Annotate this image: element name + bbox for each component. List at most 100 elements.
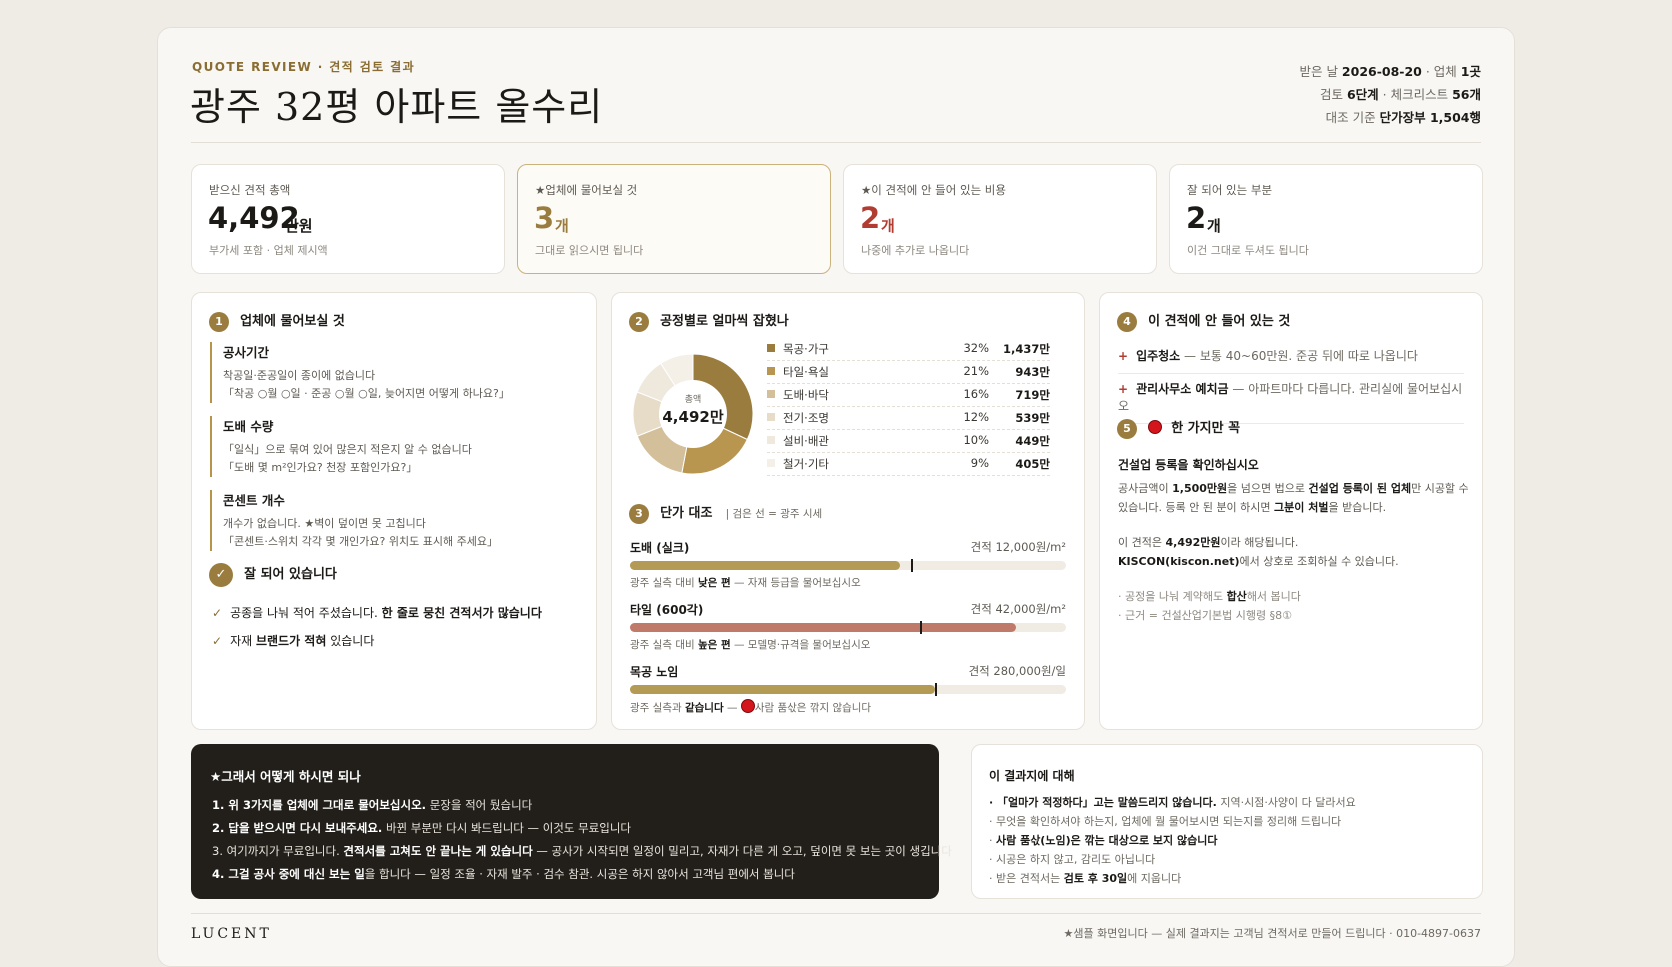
step-badge: 2 [629,312,649,332]
panel-missing: 4 이 견적에 안 들어 있는 것 + 입주청소 — 보통 40~60만원. 준공… [1099,292,1483,730]
red-dot-icon [1148,420,1163,434]
report-meta: 받은 날 2026-08-20 · 업체 1곳 검토 6단계 · 체크리스트 5… [1299,64,1481,125]
step-badge: 5 [1117,419,1137,439]
panel-header: 2 공정별로 얼마씩 잡혔나 [629,310,789,332]
stat-unit: 만원 [285,217,313,235]
check-icon: ✓ [212,606,223,620]
bar-track [630,621,1066,634]
stat-unit: 개 [555,217,569,235]
stat-card-total: 받으신 견적 총액 4,492 만원 부가세 포함 · 업체 제시액 [191,164,505,274]
warning-text: 공사금액이 1,500만원을 넘으면 법으로 건설업 등록이 된 업체만 시공할… [1118,482,1469,495]
bar-name: 목공 노임 [630,665,679,679]
legend-percent: 12% [963,410,989,424]
stat-label: 받으신 견적 총액 [209,183,291,197]
bar-fill [630,561,901,570]
step-badge: 4 [1117,312,1137,332]
next-steps-title: ★그래서 어떻게 하시면 되나 [210,769,361,784]
step-item: 2. 답을 받으시면 다시 보내주세요. 바뀐 부분만 다시 봐드립니다 — 이… [212,821,631,835]
bar-note: 광주 실측 대비 높은 편 — 모델명·규격을 물어보십시오 [630,639,871,651]
check-icon: ✓ [212,634,223,648]
question-line: 착공일·준공일이 종이에 없습니다 [223,369,376,382]
stat-card-missing-costs[interactable]: ★이 견적에 안 들어 있는 비용 2 개 나중에 추가로 나옵니다 [843,164,1157,274]
good-item: ✓ 자재 브랜드가 적혀 있습니다 [212,634,375,648]
stat-unit: 개 [881,217,895,235]
panel-title: 공정별로 얼마씩 잡혔나 [660,314,789,329]
stat-label: 잘 되어 있는 부분 [1187,183,1273,197]
donut-label: 총액 [684,395,702,405]
legend-swatch [767,390,775,398]
panel-title: 이 견적에 안 들어 있는 것 [1148,314,1291,329]
panel-title: 한 가지만 꼭 [1171,421,1241,436]
legend-label: 설비·배관 [783,434,829,448]
question-head: 콘센트 개수 [223,493,285,508]
stat-card-good-parts[interactable]: 잘 되어 있는 부분 2 개 이건 그대로 두셔도 됩니다 [1169,164,1483,274]
stat-sub: 나중에 추가로 나옵니다 [861,244,970,257]
red-dot-icon [740,699,755,713]
bar-note: 광주 실측 대비 낮은 편 — 자재 등급을 물어보십시오 [630,577,861,589]
question-line: 개수가 없습니다. ★벽이 덮이면 못 고칩니다 [223,517,426,530]
step-item: 3. 여기까지가 무료입니다. 견적서를 고쳐도 안 끝나는 게 있습니다 — … [212,844,952,858]
market-marker [919,621,922,634]
question-head: 공사기간 [223,345,270,360]
donut-value: 4,492만 [662,408,724,426]
stat-label: ★이 견적에 안 들어 있는 비용 [861,183,1006,197]
bar-track [630,559,1066,572]
legend-amount: 539만 [1015,411,1050,425]
page-title: 광주 32평 아파트 올수리 [190,85,604,129]
bar-note: 광주 실측과 같습니다 — 사람 품삯은 깎지 않습니다 [630,699,871,715]
stat-sub: 부가세 포함 · 업체 제시액 [209,244,328,257]
warning-note: · 공정을 나눠 계약해도 합산해서 봅니다 [1118,590,1301,603]
good-item: ✓ 공종을 나눠 적어 주셨습니다. 한 줄로 뭉친 견적서가 많습니다 [212,606,542,620]
panel-title: 업체에 물어보실 것 [240,314,345,329]
stat-unit: 개 [1207,217,1221,235]
about-line: · 무엇을 확인하셔야 하는지, 업체에 뭘 물어보시면 되는지를 정리해 드립… [989,815,1342,828]
legend-percent: 16% [963,387,989,401]
warning-head: 건설업 등록을 확인하십시오 [1118,458,1259,472]
legend-label: 도배·바닥 [783,388,829,402]
legend-percent: 9% [970,456,989,470]
legend-percent: 21% [963,364,989,378]
question-quote: 「착공 ○월 ○일 · 준공 ○월 ○일, 늦어지면 어떻게 하나요?」 [223,387,510,400]
bar-fill [630,685,936,694]
question-quote: 「도배 몇 m²인가요? 천장 포함인가요?」 [223,461,418,474]
warning-text: 이 견적은 4,492만원이라 해당됩니다. [1118,536,1299,549]
legend-label: 타일·욕실 [783,365,829,379]
about-title: 이 결과지에 대해 [989,769,1075,783]
legend-label: 철거·기타 [783,457,829,471]
stat-card-questions[interactable]: ★업체에 물어보실 것 3 개 그대로 읽으시면 됩니다 [517,164,831,274]
warning-text: 있습니다. 등록 안 된 분이 하시면 그분이 처벌을 받습니다. [1118,501,1387,514]
question-line: 「일식」으로 묶여 있어 많은지 적은지 알 수 없습니다 [223,443,472,456]
legend-row: 전기·조명 12% 539만 [767,406,1050,430]
panel-header: 1 업체에 물어보실 것 [209,310,345,332]
about-card: 이 결과지에 대해 · 「얼마가 적정하다」고는 말씀드리지 않습니다. 지역·… [971,744,1483,899]
header-divider [191,142,1481,143]
legend-percent: 32% [963,341,989,355]
footer-divider [191,913,1481,914]
bar-name: 타일 (600각) [630,603,704,617]
check-icon: ✓ [209,563,233,587]
market-marker [935,683,938,696]
panel-title: 단가 대조 [660,506,713,521]
step-item: 1. 위 3가지를 업체에 그대로 물어보십시오. 문장을 적어 뒀습니다 [212,798,533,812]
about-line: · 사람 품삯(노임)은 깎는 대상으로 보지 않습니다 [989,834,1218,847]
stat-sub: 그대로 읽으시면 됩니다 [535,244,644,257]
report-sheet: QUOTE REVIEW · 견적 검토 결과 광주 32평 아파트 올수리 받… [157,27,1515,967]
legend-row: 목공·가구 32% 1,437만 [767,337,1050,361]
eyebrow: QUOTE REVIEW · 견적 검토 결과 [192,60,416,74]
bar-quote: 견적 280,000원/일 [968,664,1066,678]
bar-quote: 견적 12,000원/m² [970,540,1066,554]
stat-sub: 이건 그대로 두셔도 됩니다 [1187,244,1309,257]
market-marker [911,559,914,572]
legend-amount: 719만 [1015,388,1050,402]
legal-basis: · 근거 = 건설산업기본법 시행령 §8① [1118,609,1292,622]
panel-questions: 1 업체에 물어보실 것 공사기간 착공일·준공일이 종이에 없습니다 「착공 … [191,292,597,730]
question-item: 도배 수량 「일식」으로 묶여 있어 많은지 적은지 알 수 없습니다 「도배 … [210,416,570,477]
missing-item: + 입주청소 — 보통 40~60만원. 준공 뒤에 따로 나옵니다 [1118,347,1464,374]
bar-quote: 견적 42,000원/m² [970,602,1066,616]
question-item: 공사기간 착공일·준공일이 종이에 없습니다 「착공 ○월 ○일 · 준공 ○월… [210,342,570,403]
bar-track [630,683,1066,696]
legend-swatch [767,367,775,375]
stat-label: ★업체에 물어보실 것 [535,183,638,197]
legend-amount: 943만 [1015,365,1050,379]
footer-note: ★샘플 화면입니다 — 실제 결과지는 고객님 견적서로 만들어 드립니다 · … [1063,927,1481,940]
